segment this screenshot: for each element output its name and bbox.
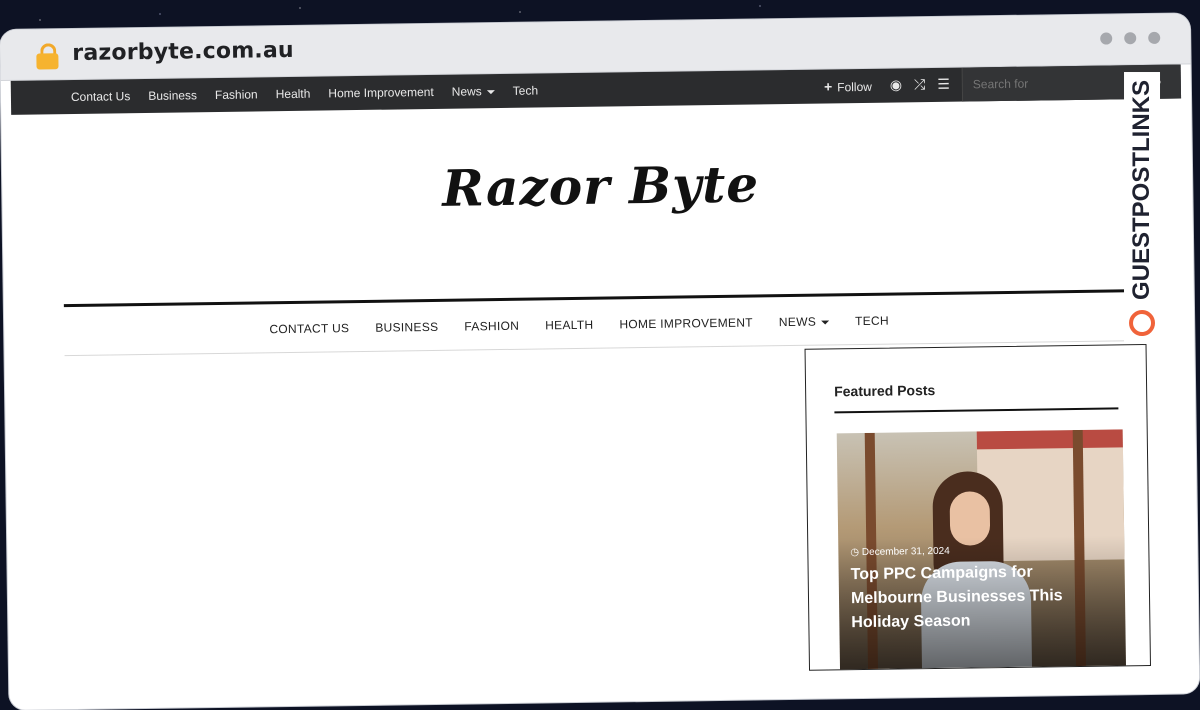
mainnav-news[interactable]: NEWS [778, 314, 830, 330]
window-controls [1100, 31, 1161, 45]
topnav-business[interactable]: Business [148, 88, 197, 103]
link-icon [1128, 310, 1155, 337]
browser-window: razorbyte.com.au Contact Us Business Fas… [0, 13, 1200, 710]
follow-label: Follow [837, 79, 872, 95]
topnav-news[interactable]: News [452, 84, 495, 99]
plus-icon: + [823, 78, 833, 95]
topnav-contact-us[interactable]: Contact Us [71, 89, 131, 104]
follow-button[interactable]: + Follow [823, 78, 872, 95]
topnav-news-label: News [451, 84, 482, 99]
lock-icon [36, 43, 59, 70]
topnav-tech[interactable]: Tech [513, 83, 539, 97]
post-date-text: December 31, 2024 [861, 545, 950, 559]
url-text[interactable]: razorbyte.com.au [72, 38, 294, 66]
mainnav-news-label: NEWS [778, 314, 817, 330]
user-icon[interactable]: ◉ [890, 77, 902, 93]
window-dot-icon[interactable] [1148, 31, 1161, 44]
post-title[interactable]: Top PPC Campaigns for Melbourne Business… [851, 560, 1102, 635]
featured-posts-widget: Featured Posts ◷ December 31, 2024 Top P… [804, 344, 1151, 671]
post-date: ◷ December 31, 2024 [850, 546, 950, 558]
top-nav-links: Contact Us Business Fashion Health Home … [11, 83, 538, 104]
guestpostlinks-watermark: GUESTPOSTLINKS [1123, 71, 1160, 345]
topnav-fashion[interactable]: Fashion [215, 87, 258, 102]
widget-title-rule [834, 407, 1119, 414]
mainnav-business[interactable]: BUSINESS [375, 320, 438, 335]
mainnav-health[interactable]: HEALTH [545, 318, 593, 333]
shuffle-icon[interactable]: ⤮ [914, 77, 925, 93]
window-dot-icon[interactable] [1124, 32, 1137, 45]
header-logo-area: Razor Byte [1, 98, 1194, 305]
menu-icon[interactable]: ☰ [937, 77, 950, 93]
mainnav-contact-us[interactable]: CONTACT US [269, 321, 349, 336]
caret-down-icon [821, 320, 830, 325]
mainnav-home-improvement[interactable]: HOME IMPROVEMENT [619, 316, 753, 332]
watermark-text: GUESTPOSTLINKS [1127, 79, 1155, 301]
topnav-home-improvement[interactable]: Home Improvement [328, 85, 434, 100]
mainnav-fashion[interactable]: FASHION [464, 319, 519, 334]
featured-post-card[interactable]: ◷ December 31, 2024 Top PPC Campaigns fo… [836, 429, 1126, 670]
mainnav-tech[interactable]: TECH [855, 314, 889, 328]
window-dot-icon[interactable] [1100, 32, 1113, 45]
clock-icon: ◷ [850, 547, 862, 559]
widget-title: Featured Posts [834, 381, 936, 400]
topnav-health[interactable]: Health [276, 87, 311, 101]
caret-down-icon [486, 89, 495, 95]
site-logo[interactable]: Razor Byte [442, 154, 760, 217]
